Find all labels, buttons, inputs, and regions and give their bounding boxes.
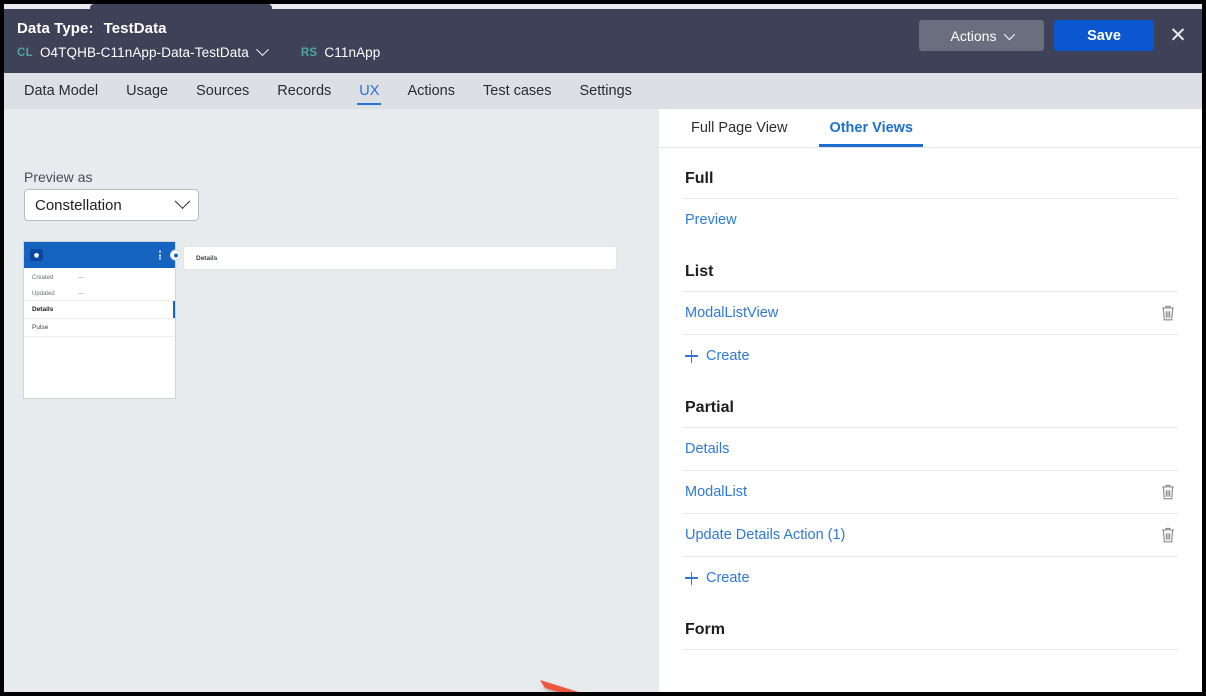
mini-field-value: --- — [78, 289, 84, 300]
preview-pane: Preview as Constellation Created --- — [12, 119, 655, 692]
chevron-down-icon — [175, 193, 191, 209]
ruleset-badge: RS — [301, 47, 318, 59]
preview-as-select[interactable]: Constellation — [24, 189, 199, 221]
section-title-full: Full — [659, 148, 1202, 198]
class-badge: CL — [17, 47, 33, 59]
tab-other-views[interactable]: Other Views — [819, 109, 923, 147]
tab-data-model[interactable]: Data Model — [10, 73, 112, 109]
create-list-view-button[interactable]: Create — [683, 334, 1178, 377]
mini-field-key: Updated — [32, 289, 78, 300]
tab-usage[interactable]: Usage — [112, 73, 182, 109]
view-link[interactable]: ModalListView — [685, 305, 778, 321]
section-title-partial: Partial — [659, 377, 1202, 427]
create-link: Create — [685, 348, 750, 364]
preview-as-label: Preview as — [24, 169, 92, 185]
section-divider — [683, 649, 1178, 650]
application-window: Data Type: TestData CL O4TQHB-C11nApp-Da… — [4, 4, 1202, 692]
more-options-icon[interactable] — [159, 251, 161, 260]
page-header: Data Type: TestData CL O4TQHB-C11nApp-Da… — [4, 9, 1202, 73]
main-tab-bar: Data Model Usage Sources Records UX Acti… — [4, 73, 1202, 109]
actions-button[interactable]: Actions — [919, 20, 1044, 51]
app-logo-icon — [30, 249, 43, 261]
tab-actions[interactable]: Actions — [393, 73, 469, 109]
mini-preview-header — [24, 242, 175, 268]
create-partial-view-button[interactable]: Create — [683, 556, 1178, 599]
view-row-update-details-action[interactable]: Update Details Action (1) — [683, 513, 1178, 556]
tab-ux[interactable]: UX — [345, 73, 393, 109]
mini-field-updated: Updated --- — [24, 289, 175, 300]
view-link[interactable]: Details — [685, 441, 729, 457]
section-title-list: List — [659, 241, 1202, 291]
mini-field-key: Created — [32, 273, 78, 284]
chevron-down-icon — [1004, 28, 1015, 39]
create-label: Create — [706, 348, 750, 364]
page-body: Preview as Constellation Created --- — [4, 109, 1202, 692]
section-title-form: Form — [659, 599, 1202, 649]
view-row-details[interactable]: Details — [683, 427, 1178, 470]
mini-preview[interactable]: Created --- Updated --- Details Pulse — [24, 242, 175, 398]
views-panel: Full Page View Other Views Full Preview … — [659, 109, 1202, 692]
create-link: Create — [685, 570, 750, 586]
views-tab-bar: Full Page View Other Views — [659, 109, 1202, 148]
actions-button-label: Actions — [951, 28, 997, 44]
class-name: O4TQHB-C11nApp-Data-TestData — [40, 45, 249, 60]
delete-icon[interactable] — [1160, 304, 1176, 322]
view-row-modallist[interactable]: ModalList — [683, 470, 1178, 513]
tab-records[interactable]: Records — [263, 73, 345, 109]
views-list-scroll[interactable]: Full Preview List ModalListView C — [659, 148, 1202, 692]
data-type-value: TestData — [104, 20, 167, 37]
header-actions: Actions Save ✕ — [919, 20, 1192, 51]
view-link[interactable]: Update Details Action (1) — [685, 527, 845, 543]
mini-preview-empty-area — [24, 336, 175, 396]
mini-field-created: Created --- — [24, 273, 175, 284]
plus-icon — [685, 350, 698, 363]
mini-detail-panel: Details — [183, 246, 617, 270]
mini-field-value: --- — [78, 273, 84, 284]
delete-icon[interactable] — [1160, 526, 1176, 544]
header-context-row: CL O4TQHB-C11nApp-Data-TestData RS C11nA… — [17, 45, 380, 60]
ruleset-name: C11nApp — [324, 45, 380, 60]
tab-test-cases[interactable]: Test cases — [469, 73, 566, 109]
view-row-modallistview[interactable]: ModalListView — [683, 291, 1178, 334]
view-row-preview[interactable]: Preview — [683, 198, 1178, 241]
view-link[interactable]: ModalList — [685, 484, 747, 500]
plus-icon — [685, 572, 698, 585]
create-label: Create — [706, 570, 750, 586]
tab-settings[interactable]: Settings — [566, 73, 646, 109]
view-link[interactable]: Preview — [685, 212, 737, 228]
preview-as-value: Constellation — [35, 197, 177, 214]
data-type-title: Data Type: TestData — [17, 20, 167, 37]
expand-handle-icon[interactable] — [170, 250, 181, 261]
tab-full-page-view[interactable]: Full Page View — [681, 109, 797, 147]
mini-nav-item-details[interactable]: Details — [24, 300, 175, 318]
save-button[interactable]: Save — [1054, 20, 1154, 51]
mini-nav-item-pulse[interactable]: Pulse — [24, 318, 175, 336]
tab-sources[interactable]: Sources — [182, 73, 263, 109]
data-type-label: Data Type: — [17, 20, 94, 37]
chevron-down-icon[interactable] — [256, 43, 269, 56]
close-icon[interactable]: ✕ — [1164, 22, 1192, 50]
delete-icon[interactable] — [1160, 483, 1176, 501]
